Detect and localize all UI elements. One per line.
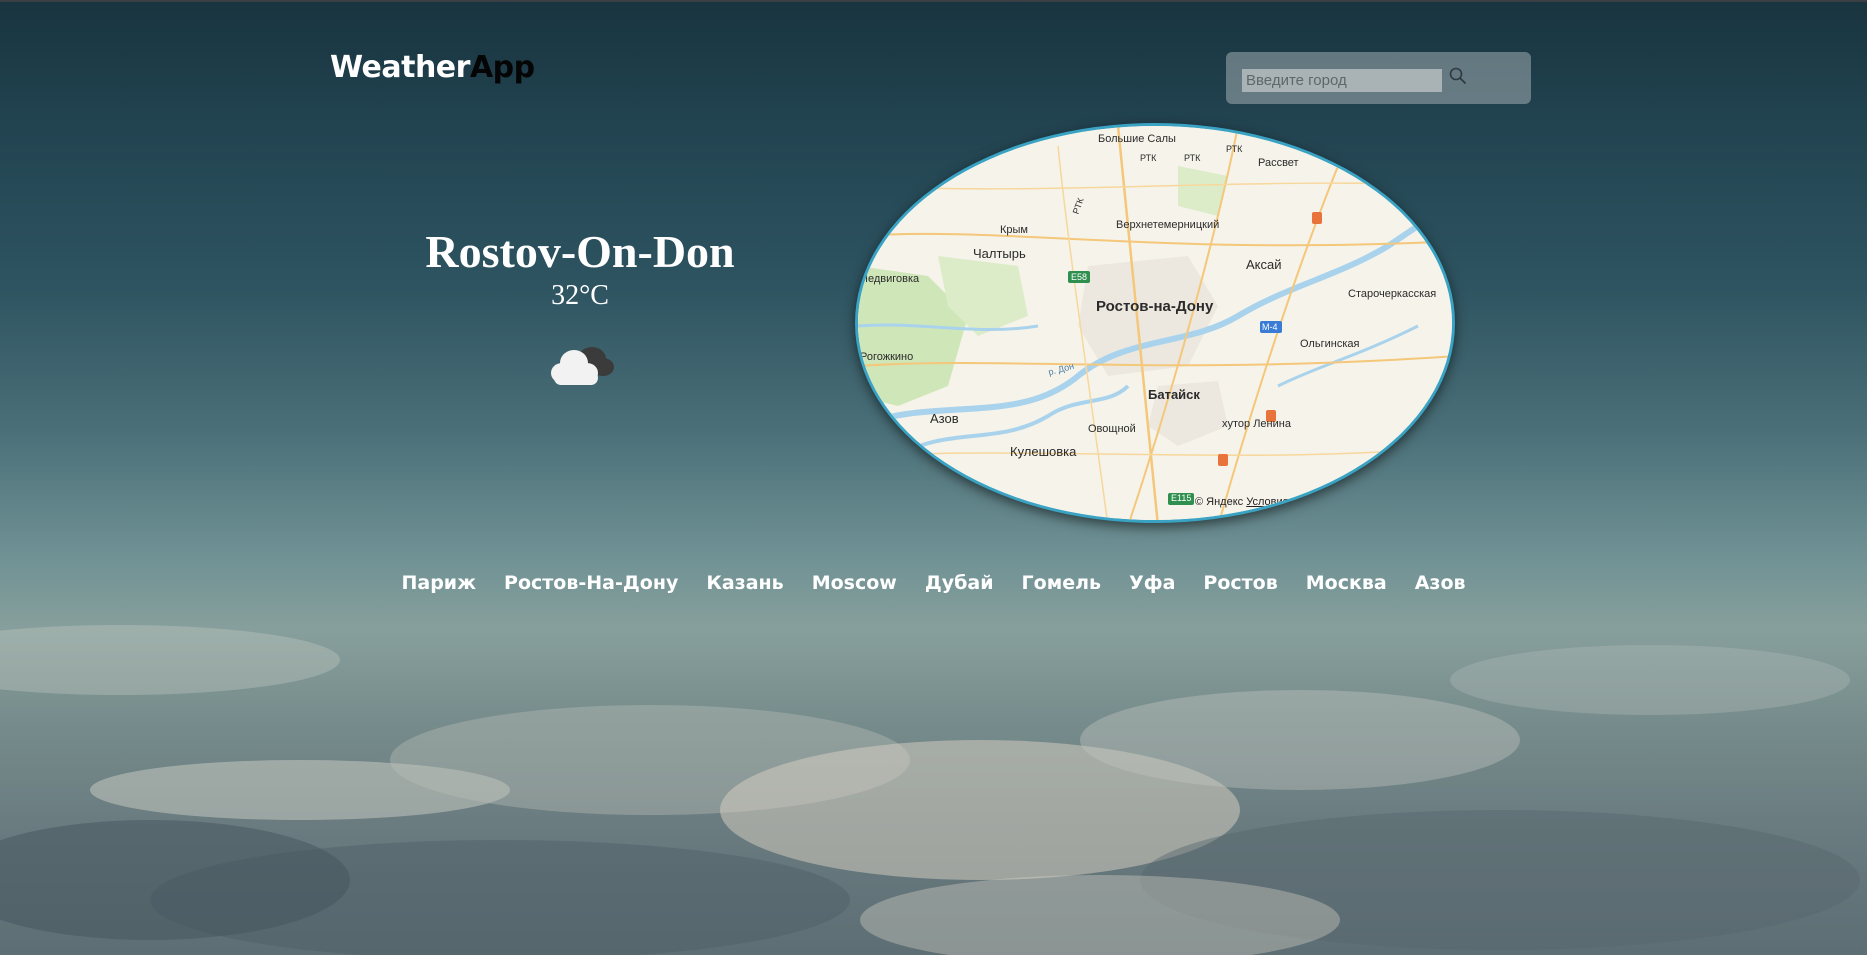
city-list: Париж Ростов-На-Дону Казань Moscow Дубай… — [0, 572, 1867, 594]
map-label-verkhnetemernitsky: Верхнетемерницкий — [1116, 219, 1220, 231]
map-label-olginskaya: Ольгинская — [1300, 338, 1360, 350]
map-attribution: © Яндекс Условия — [1195, 496, 1289, 508]
top-border — [0, 0, 1867, 2]
app-logo[interactable]: WeatherApp — [330, 50, 535, 85]
city-link-rostov[interactable]: Ростов — [1203, 572, 1277, 594]
map-label-rtk: РТК — [1184, 153, 1201, 163]
map-label-bataysk: Батайск — [1148, 387, 1200, 402]
map-label-chaltyr: Чалтырь — [973, 246, 1026, 261]
map-label-kuleshovka: Кулешовка — [1010, 444, 1077, 459]
city-map[interactable]: Большие Салы РТК РТК РТК РТК Рассвет Кры… — [855, 123, 1455, 523]
map-terms-link[interactable]: Условия — [1246, 496, 1288, 508]
current-city-name: Rostov-On-Don — [425, 226, 735, 277]
logo-weather: Weather — [330, 50, 470, 85]
map-copyright: © Яндекс — [1195, 496, 1244, 508]
map-label-krym: Крым — [1000, 224, 1028, 236]
map-label-rogozhkino: Рогожкино — [860, 351, 914, 363]
map-label-bolshie-saly: Большие Салы — [1098, 133, 1176, 145]
map-label-khutor-lenina: хутор Ленина — [1222, 418, 1291, 430]
map-label-e115: E115 — [1171, 493, 1192, 503]
city-link-ufa[interactable]: Уфа — [1129, 572, 1175, 594]
city-link-moskva[interactable]: Москва — [1306, 572, 1387, 594]
city-link-dubai[interactable]: Дубай — [925, 572, 994, 594]
current-temperature: 32°C — [551, 280, 609, 311]
map-label-rtk: РТК — [1226, 144, 1243, 154]
search-form — [1226, 52, 1531, 104]
map-label-starocherkasskaya: Старочеркасская — [1348, 288, 1437, 300]
city-link-rostov-na-donu[interactable]: Ростов-На-Дону — [504, 572, 678, 594]
logo-app: App — [469, 50, 535, 85]
map-label-e58: E58 — [1071, 272, 1088, 282]
city-link-gomel[interactable]: Гомель — [1022, 572, 1102, 594]
cloud-icon — [551, 347, 614, 385]
map-label-rtk: РТК — [1140, 153, 1157, 163]
city-link-kazan[interactable]: Казань — [706, 572, 783, 594]
map-graphic — [858, 126, 1452, 520]
map-label-rassvet: Рассвет — [1258, 157, 1299, 169]
map-label-aksay: Аксай — [1246, 257, 1282, 272]
city-link-paris[interactable]: Париж — [401, 572, 476, 594]
map-label-rostov: Ростов-на-Дону — [1096, 298, 1214, 315]
map-label-ovoshchnoy: Овощной — [1088, 423, 1136, 435]
search-input[interactable] — [1242, 69, 1442, 92]
map-label-m4: M-4 — [1262, 322, 1278, 332]
cloud-background — [0, 625, 1860, 955]
map-label-nedvigovka: Недвиговка — [860, 273, 920, 285]
city-link-azov[interactable]: Азов — [1415, 572, 1466, 594]
city-link-moscow-en[interactable]: Moscow — [812, 572, 897, 594]
map-label-azov: Азов — [930, 411, 959, 426]
search-icon[interactable] — [1448, 66, 1468, 86]
